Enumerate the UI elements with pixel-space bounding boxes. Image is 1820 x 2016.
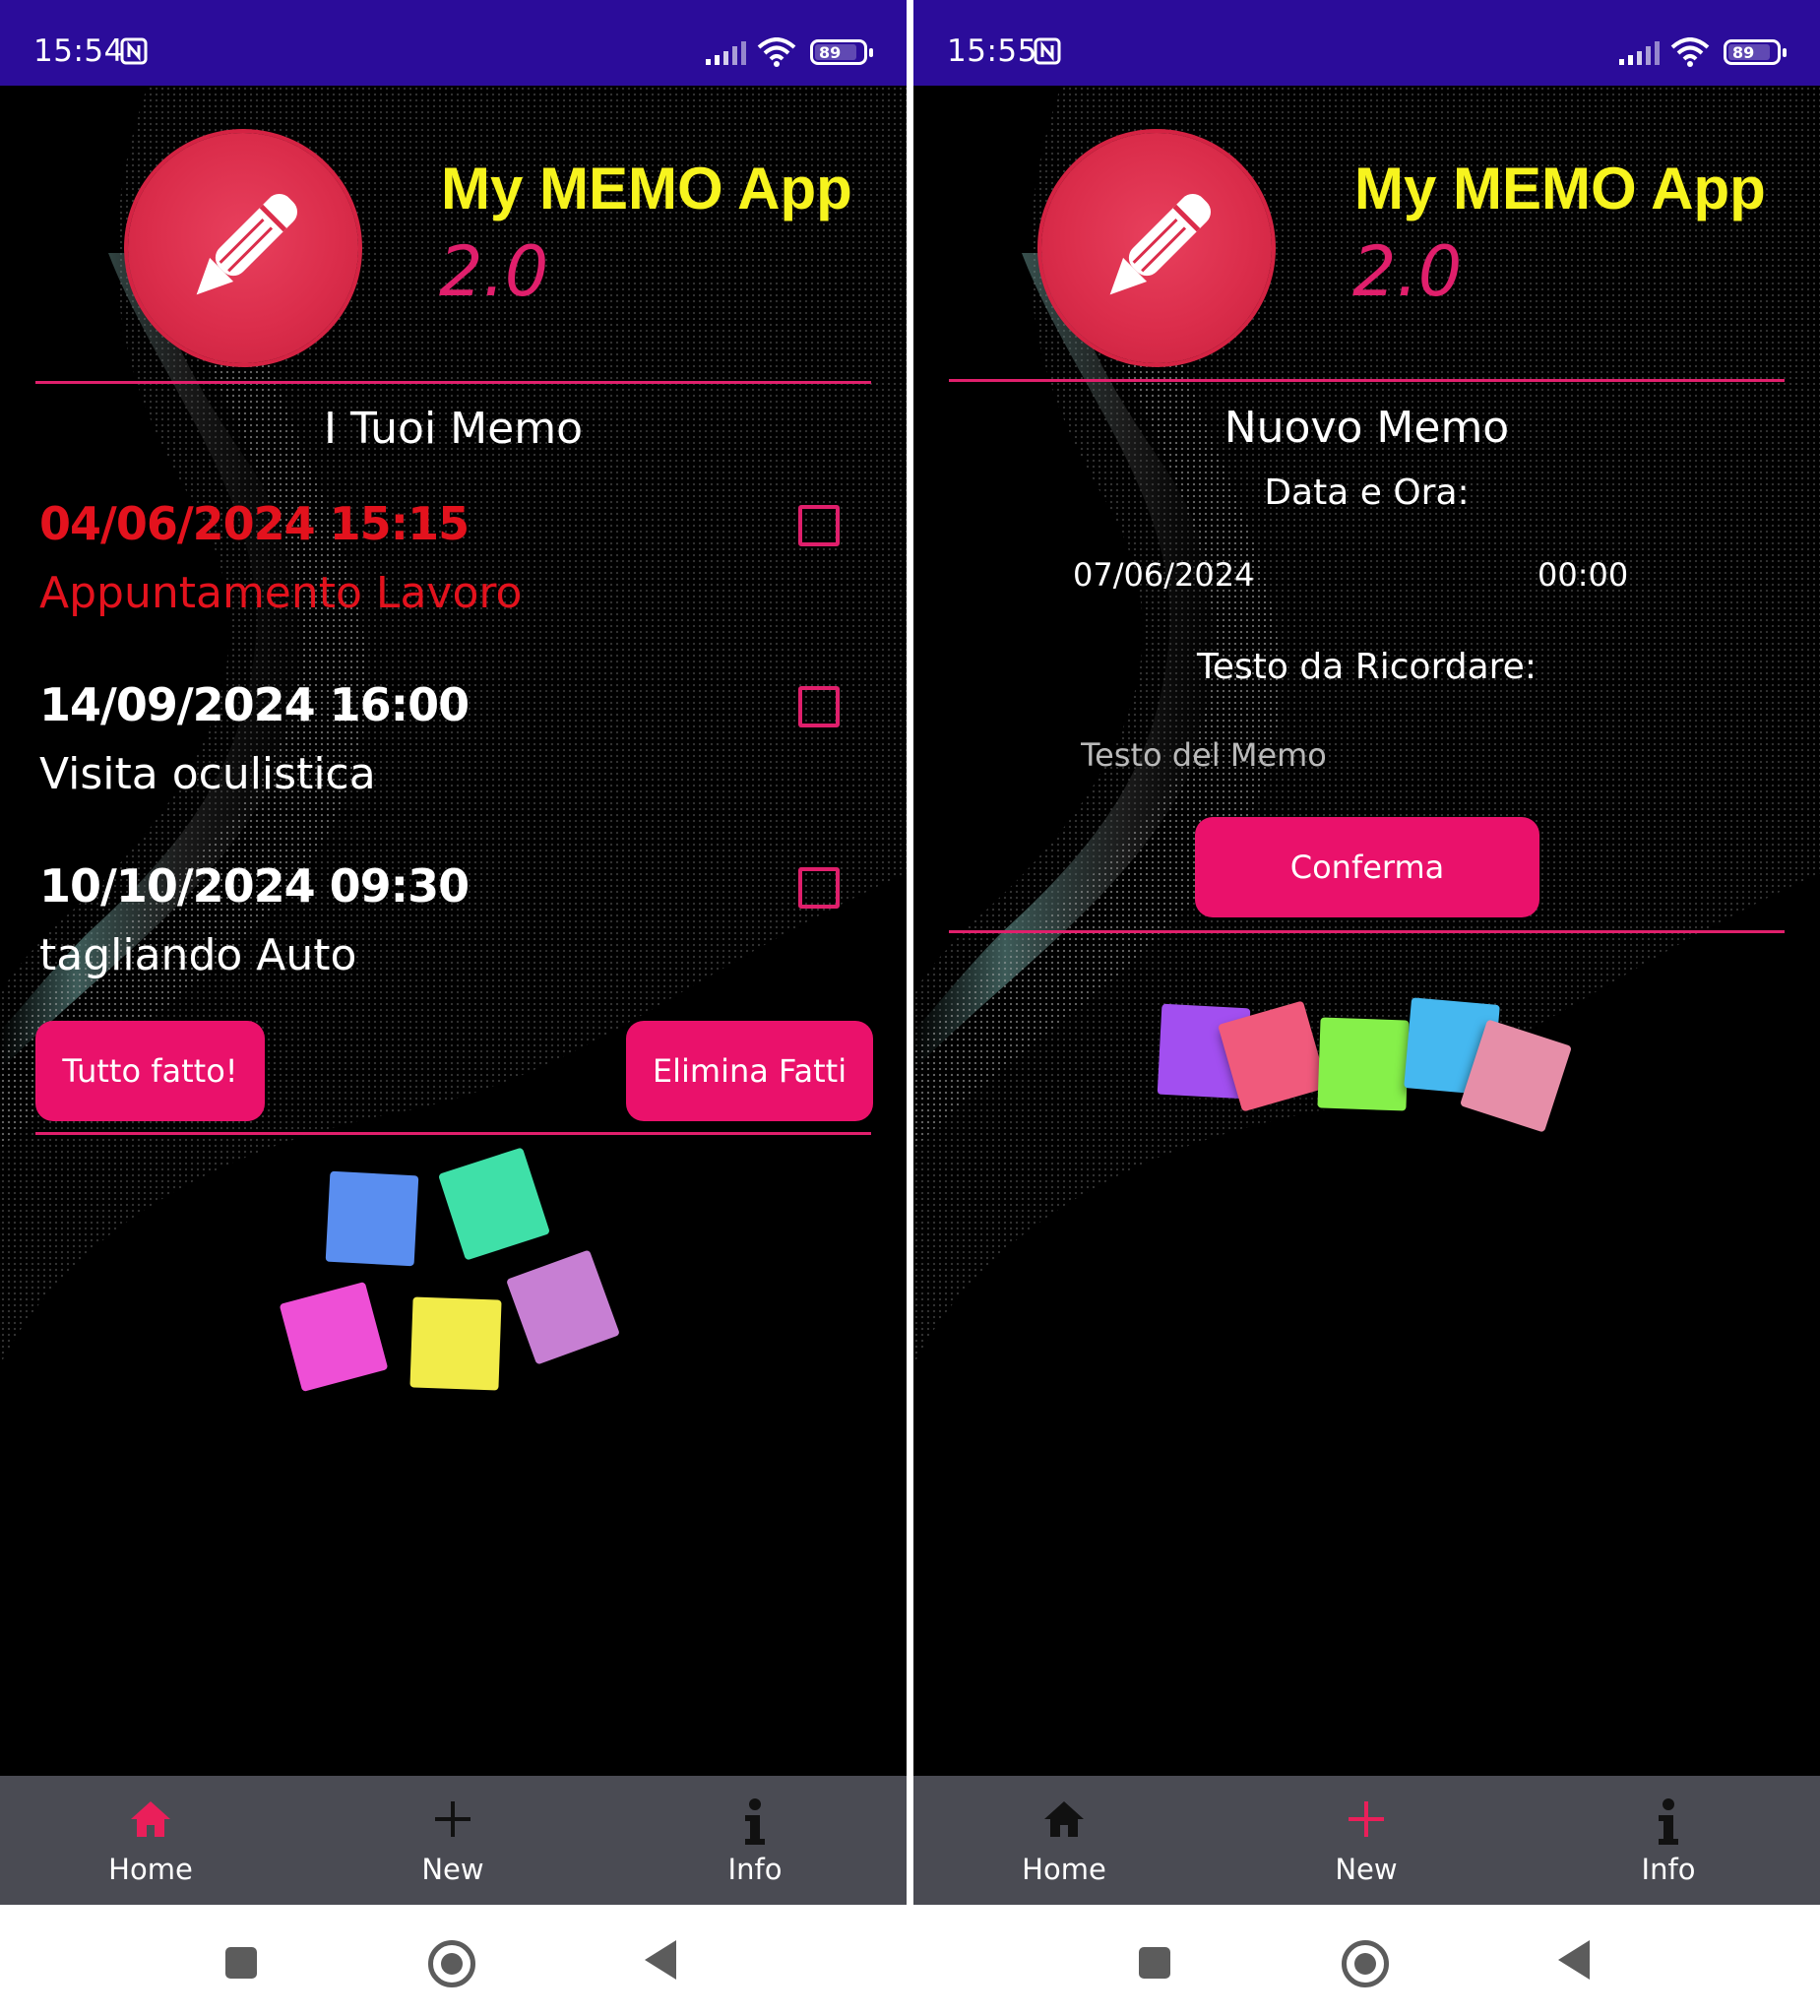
time-picker[interactable]: 00:00 — [1538, 556, 1628, 594]
nav-home[interactable]: Home — [52, 1776, 249, 1905]
section-title: I Tuoi Memo — [324, 404, 583, 454]
pencil-icon — [196, 193, 298, 295]
memo-text: Visita oculistica — [39, 749, 376, 799]
status-time: 15:55 — [947, 33, 1037, 69]
status-bar: 15:55 89 — [913, 0, 1820, 86]
screen-separator — [907, 0, 913, 2016]
home-circle-icon[interactable] — [428, 1940, 475, 1987]
nav-new-label: New — [421, 1853, 484, 1886]
battery-level: 89 — [1732, 43, 1755, 62]
recents-square-icon[interactable] — [225, 1947, 257, 1979]
battery-icon: 89 — [810, 39, 873, 65]
memo-text-label: Testo da Ricordare: — [1197, 647, 1537, 687]
delete-done-button[interactable]: Elimina Fatti — [626, 1021, 873, 1121]
plus-icon — [435, 1801, 471, 1837]
signal-icon — [706, 41, 746, 65]
sticky-note — [1317, 1017, 1410, 1111]
nav-home-label: Home — [1022, 1853, 1106, 1886]
pencil-icon — [1109, 193, 1212, 295]
recents-square-icon[interactable] — [1139, 1947, 1170, 1979]
datetime-label: Data e Ora: — [1264, 472, 1470, 513]
new-memo-screen: 15:55 89 My MEMO App 2.0 Nuovo Memo Data… — [913, 0, 1820, 2016]
footer-divider — [35, 1132, 871, 1135]
nav-info[interactable]: Info — [1570, 1776, 1767, 1905]
wifi-icon — [1670, 37, 1710, 67]
info-icon — [745, 1798, 765, 1845]
memo-text: tagliando Auto — [39, 930, 357, 980]
memo-item: 14/09/2024 16:00 Visita oculistica — [39, 678, 867, 855]
app-title: My MEMO App — [441, 156, 852, 221]
nfc-icon — [1034, 37, 1061, 65]
memo-date: 04/06/2024 15:15 — [39, 497, 470, 550]
system-navigation — [913, 1905, 1820, 2016]
app-logo — [128, 133, 358, 363]
nav-new[interactable]: New — [354, 1776, 551, 1905]
memo-list-screen: 15:54 89 My MEMO App 2.0 I Tuoi Memo 04/… — [0, 0, 907, 2016]
app-version: 2.0 — [439, 231, 549, 312]
nav-new-label: New — [1335, 1853, 1398, 1886]
app-title: My MEMO App — [1354, 156, 1766, 221]
app-content: My MEMO App 2.0 Nuovo Memo Data e Ora: 0… — [913, 86, 1820, 1779]
header-divider — [35, 381, 871, 384]
plus-icon — [1349, 1801, 1384, 1837]
nav-home-label: Home — [108, 1853, 193, 1886]
status-time: 15:54 — [33, 33, 124, 69]
home-circle-icon[interactable] — [1342, 1940, 1389, 1987]
memo-text-input[interactable] — [1081, 725, 1514, 785]
memo-item: 04/06/2024 15:15 Appuntamento Lavoro — [39, 497, 867, 674]
system-navigation — [0, 1905, 907, 2016]
nav-info-label: Info — [727, 1853, 783, 1886]
nav-info-label: Info — [1641, 1853, 1696, 1886]
confirm-button[interactable]: Conferma — [1195, 817, 1539, 917]
memo-done-checkbox[interactable] — [798, 505, 840, 546]
memo-text: Appuntamento Lavoro — [39, 568, 523, 618]
sticky-note — [325, 1170, 419, 1267]
nav-info[interactable]: Info — [657, 1776, 853, 1905]
sticky-note — [409, 1296, 502, 1391]
app-version: 2.0 — [1352, 231, 1463, 312]
battery-icon: 89 — [1724, 39, 1787, 65]
header-divider — [949, 379, 1785, 382]
app-content: My MEMO App 2.0 I Tuoi Memo 04/06/2024 1… — [0, 86, 907, 1779]
bottom-navigation: Home New Info — [0, 1776, 907, 1905]
back-triangle-icon[interactable] — [645, 1940, 676, 1980]
memo-done-checkbox[interactable] — [798, 686, 840, 727]
home-icon — [131, 1801, 170, 1837]
signal-icon — [1619, 41, 1660, 65]
bottom-navigation: Home New Info — [913, 1776, 1820, 1905]
home-icon — [1044, 1801, 1084, 1837]
wifi-icon — [757, 37, 796, 67]
all-done-button[interactable]: Tutto fatto! — [35, 1021, 265, 1121]
memo-date: 10/10/2024 09:30 — [39, 859, 470, 913]
date-picker[interactable]: 07/06/2024 — [1073, 556, 1254, 594]
back-triangle-icon[interactable] — [1558, 1940, 1590, 1980]
nav-new[interactable]: New — [1268, 1776, 1465, 1905]
memo-item: 10/10/2024 09:30 tagliando Auto — [39, 859, 867, 1037]
info-icon — [1659, 1798, 1678, 1845]
nav-home[interactable]: Home — [966, 1776, 1162, 1905]
battery-level: 89 — [819, 43, 842, 62]
memo-date: 14/09/2024 16:00 — [39, 678, 470, 731]
status-bar: 15:54 89 — [0, 0, 907, 86]
memo-done-checkbox[interactable] — [798, 867, 840, 909]
app-logo — [1041, 133, 1272, 363]
nfc-icon — [120, 37, 148, 65]
footer-divider — [949, 930, 1785, 933]
section-title: Nuovo Memo — [1224, 403, 1510, 453]
